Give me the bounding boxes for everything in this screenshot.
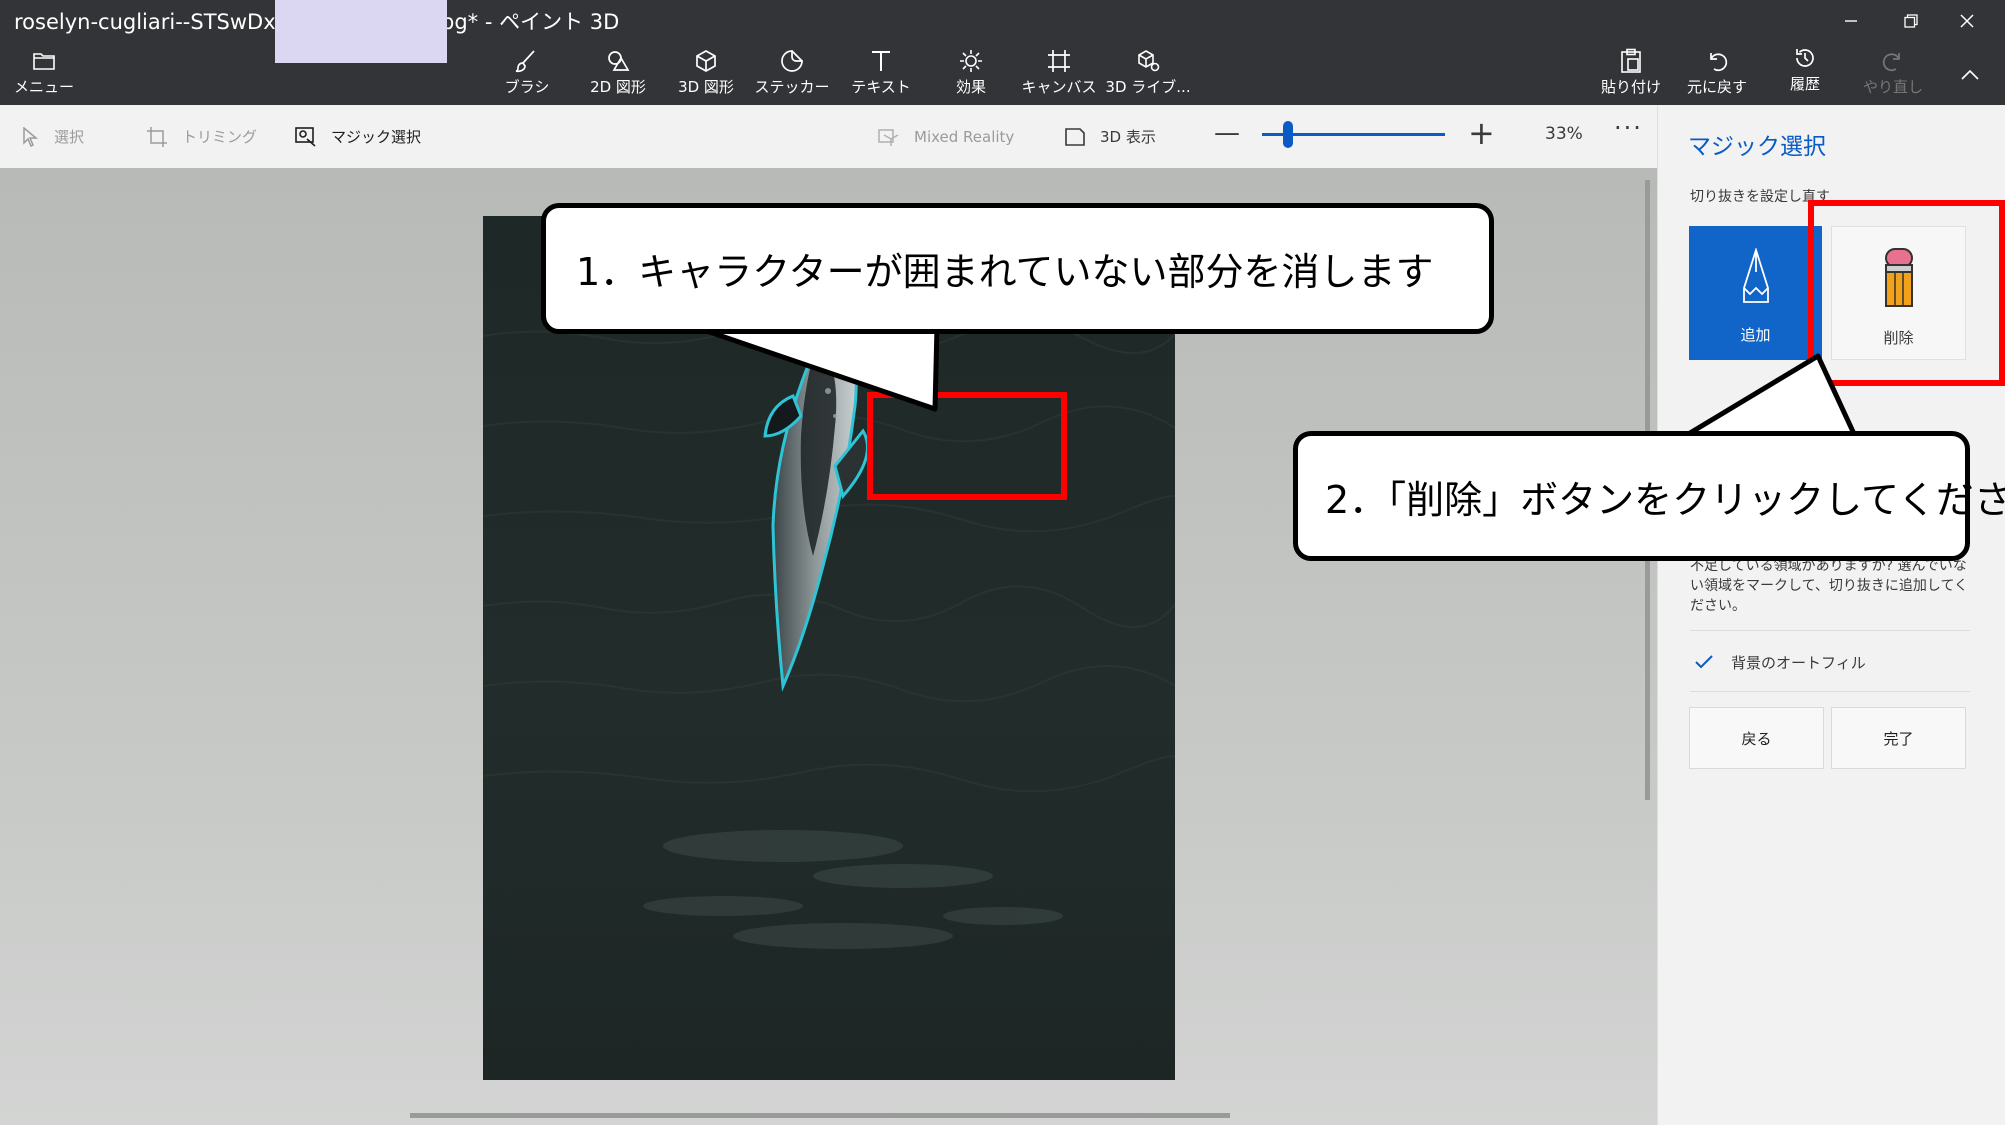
select-label: 選択 bbox=[54, 128, 85, 146]
canvas-icon bbox=[1046, 48, 1072, 74]
more-options-button[interactable]: ··· bbox=[1614, 114, 1643, 142]
tool-label: 2D 図形 bbox=[590, 78, 646, 96]
select-button[interactable]: 選択 bbox=[22, 105, 84, 168]
view-3d-button[interactable]: 3D 表示 bbox=[1064, 105, 1156, 168]
magic-select-icon bbox=[295, 126, 317, 147]
brush-icon bbox=[514, 48, 540, 74]
zoom-out-button[interactable]: — bbox=[1214, 118, 1240, 148]
history-label: 履歴 bbox=[1789, 75, 1820, 93]
add-label: 追加 bbox=[1740, 326, 1771, 344]
history-icon bbox=[1793, 45, 1817, 71]
restore-icon[interactable] bbox=[1882, 0, 1940, 42]
menu-label: メニュー bbox=[14, 78, 75, 96]
tool-label: テキスト bbox=[851, 78, 911, 96]
callout-step-2: 2．「削除」ボタンをクリックしてください bbox=[1293, 431, 2005, 561]
tool-label: ステッカー bbox=[754, 78, 830, 96]
zoom-in-button[interactable]: + bbox=[1468, 114, 1495, 152]
magic-select-button[interactable]: マジック選択 bbox=[295, 105, 421, 168]
back-button[interactable]: 戻る bbox=[1689, 707, 1824, 769]
autofill-checkbox[interactable] bbox=[1690, 648, 1718, 676]
menu-button[interactable]: メニュー bbox=[14, 48, 75, 100]
tool-3d-shapes[interactable]: 3D 図形 bbox=[671, 48, 741, 100]
magic-select-label: マジック選択 bbox=[331, 128, 422, 146]
add-button[interactable]: 追加 bbox=[1689, 226, 1822, 360]
folder-icon bbox=[32, 48, 56, 74]
redo-icon bbox=[1881, 48, 1905, 74]
sticker-icon bbox=[779, 48, 805, 74]
trim-button[interactable]: トリミング bbox=[146, 105, 257, 168]
trim-label: トリミング bbox=[182, 128, 258, 146]
minimize-icon[interactable] bbox=[1822, 0, 1880, 42]
tool-label: 3D ライブ... bbox=[1105, 78, 1191, 96]
text-icon bbox=[868, 48, 894, 74]
tool-canvas[interactable]: キャンバス bbox=[1021, 48, 1097, 100]
paste-label: 貼り付け bbox=[1600, 78, 1661, 96]
mixed-reality-icon bbox=[878, 127, 900, 147]
collapse-chevron-icon[interactable] bbox=[1955, 60, 1985, 90]
callout-step-1: 1．キャラクターが囲まれていない部分を消します bbox=[541, 203, 1494, 334]
undo-label: 元に戻す bbox=[1686, 78, 1747, 96]
divider bbox=[1690, 691, 1970, 692]
2d-shapes-icon bbox=[605, 48, 631, 74]
tool-brush[interactable]: ブラシ bbox=[499, 48, 555, 100]
dolphin-photo[interactable] bbox=[483, 216, 1175, 1080]
horizontal-scrollbar[interactable] bbox=[410, 1113, 1230, 1118]
cursor-icon bbox=[22, 126, 40, 147]
mixed-reality-label: Mixed Reality bbox=[914, 127, 1015, 146]
highlight-box bbox=[1808, 200, 2005, 386]
crop-icon bbox=[146, 126, 168, 148]
tool-label: キャンバス bbox=[1021, 78, 1097, 96]
pencil-icon bbox=[1739, 247, 1773, 310]
highlight-box bbox=[867, 392, 1067, 500]
zoom-percent[interactable]: 33% bbox=[1545, 124, 1583, 144]
undo-icon bbox=[1705, 48, 1729, 74]
effects-icon bbox=[958, 48, 984, 74]
tool-3d-library[interactable]: 3D ライブ... bbox=[1105, 48, 1191, 100]
divider bbox=[1690, 630, 1970, 631]
tool-text[interactable]: テキスト bbox=[846, 48, 916, 100]
tool-label: ブラシ bbox=[504, 78, 550, 96]
panel-description: 不足している領域がありますか? 選んでいない領域をマークして、切り抜きに追加して… bbox=[1690, 558, 1969, 614]
tool-stickers[interactable]: ステッカー bbox=[754, 48, 830, 100]
undo-button[interactable]: 元に戻す bbox=[1684, 48, 1750, 100]
tool-effects[interactable]: 効果 bbox=[936, 48, 1006, 100]
paste-icon bbox=[1619, 48, 1643, 74]
done-button[interactable]: 完了 bbox=[1831, 707, 1966, 769]
3d-shapes-icon bbox=[693, 48, 719, 74]
view-3d-icon bbox=[1064, 127, 1086, 147]
autofill-label: 背景のオートフィル bbox=[1731, 654, 1866, 672]
tool-label: 効果 bbox=[955, 78, 986, 96]
mixed-reality-button[interactable]: Mixed Reality bbox=[878, 105, 1014, 168]
tool-label: 3D 図形 bbox=[678, 78, 734, 96]
view-3d-label: 3D 表示 bbox=[1100, 128, 1156, 146]
zoom-slider-thumb[interactable] bbox=[1282, 121, 1293, 148]
tool-2d-shapes[interactable]: 2D 図形 bbox=[583, 48, 653, 100]
paste-button[interactable]: 貼り付け bbox=[1598, 48, 1664, 100]
panel-title: マジック選択 bbox=[1688, 134, 1826, 160]
history-button[interactable]: 履歴 bbox=[1775, 45, 1835, 97]
redo-label: やり直し bbox=[1862, 78, 1923, 96]
3d-library-icon bbox=[1135, 48, 1161, 74]
close-icon[interactable] bbox=[1938, 0, 1996, 42]
redo-button[interactable]: やり直し bbox=[1862, 48, 1924, 100]
active-tool-highlight bbox=[275, 0, 447, 63]
